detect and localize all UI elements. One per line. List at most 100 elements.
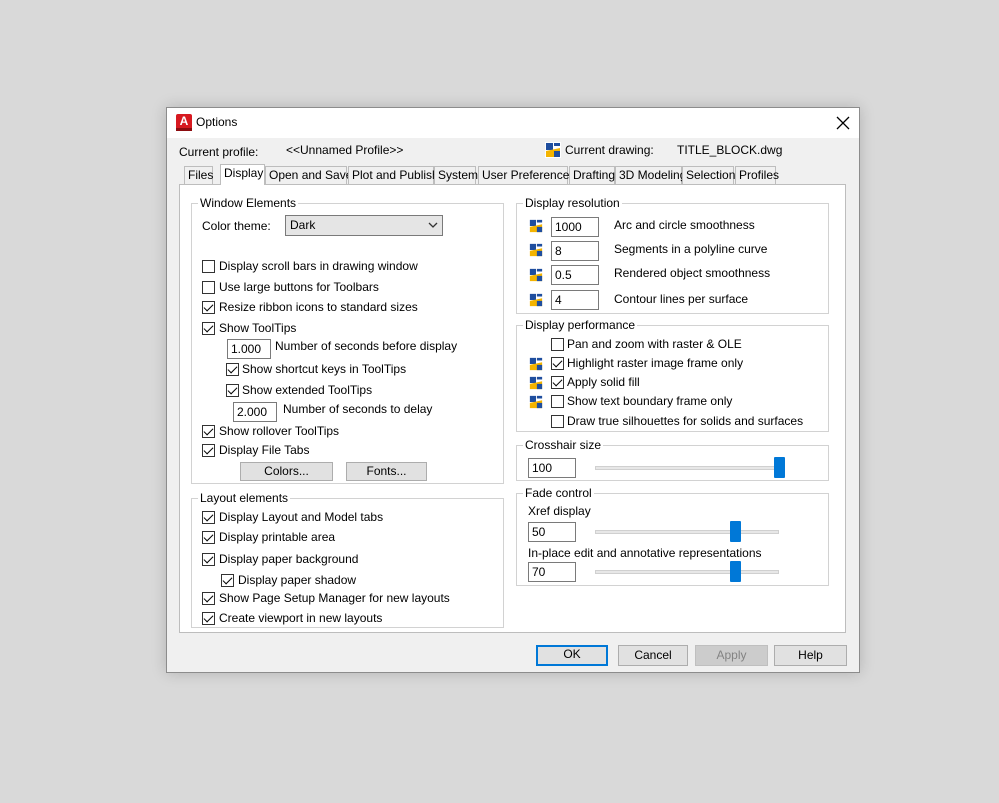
- fade-control-group: Fade control Xref display 50 In-place ed…: [516, 486, 829, 586]
- colors-button[interactable]: Colors...: [240, 462, 333, 481]
- drawing-saved-icon: [529, 376, 543, 390]
- paper-background-checkbox[interactable]: [202, 553, 215, 566]
- tab-files[interactable]: Files: [184, 166, 213, 184]
- printable-area-label: Display printable area: [219, 530, 336, 544]
- file-tabs-label: Display File Tabs: [219, 443, 310, 457]
- tab-plot-and-publish[interactable]: Plot and Publish: [348, 166, 439, 184]
- crosshair-size-slider-track[interactable]: [595, 466, 779, 470]
- tooltip-seconds-input[interactable]: 1.000: [227, 339, 271, 359]
- rollover-tooltips-checkbox[interactable]: [202, 425, 215, 438]
- delay-seconds-label: Number of seconds to delay: [283, 402, 433, 416]
- drawing-saved-icon: [529, 268, 543, 282]
- window-elements-group: Window Elements Color theme: Dark Displa…: [191, 196, 504, 484]
- tab-3d-modeling[interactable]: 3D Modeling: [615, 166, 686, 184]
- create-viewport-checkbox[interactable]: [202, 612, 215, 625]
- tab-selection[interactable]: Selection: [682, 166, 735, 184]
- highlight-raster-frame-label: Highlight raster image frame only: [567, 356, 744, 370]
- apply-solid-fill-label: Apply solid fill: [567, 375, 640, 389]
- drawing-saved-icon: [529, 357, 543, 371]
- help-button[interactable]: Help: [774, 645, 847, 666]
- crosshair-size-slider-thumb[interactable]: [774, 457, 785, 478]
- page-setup-manager-checkbox[interactable]: [202, 592, 215, 605]
- xref-display-label: Xref display: [528, 504, 591, 518]
- tab-drafting[interactable]: Drafting: [569, 166, 615, 184]
- close-button[interactable]: [831, 111, 855, 135]
- inplace-edit-label: In-place edit and annotative representat…: [528, 546, 762, 560]
- shortcut-keys-checkbox[interactable]: [226, 363, 239, 376]
- page-setup-manager-label: Show Page Setup Manager for new layouts: [219, 591, 450, 605]
- tab-display[interactable]: Display: [220, 164, 265, 185]
- ok-button[interactable]: OK: [536, 645, 608, 666]
- rendered-smoothness-input[interactable]: 0.5: [551, 265, 599, 285]
- text-boundary-frame-checkbox[interactable]: [551, 395, 564, 408]
- fonts-button[interactable]: Fonts...: [346, 462, 427, 481]
- apply-button[interactable]: Apply: [695, 645, 768, 666]
- xref-display-slider-track[interactable]: [595, 530, 779, 534]
- tab-profiles[interactable]: Profiles: [735, 166, 779, 184]
- inplace-edit-slider-thumb[interactable]: [729, 561, 741, 582]
- polyline-segments-label: Segments in a polyline curve: [614, 242, 768, 256]
- title-bar: A Options: [167, 108, 859, 138]
- xref-display-input[interactable]: 50: [528, 522, 576, 542]
- contour-lines-input[interactable]: 4: [551, 290, 599, 310]
- crosshair-size-title: Crosshair size: [523, 438, 604, 452]
- drawing-saved-icon: [529, 219, 543, 233]
- highlight-raster-frame-checkbox[interactable]: [551, 357, 564, 370]
- rollover-tooltips-label: Show rollover ToolTips: [219, 424, 340, 438]
- window-elements-title: Window Elements: [198, 196, 299, 210]
- contour-lines-label: Contour lines per surface: [614, 292, 749, 306]
- layout-elements-title: Layout elements: [198, 491, 291, 505]
- cancel-button[interactable]: Cancel: [618, 645, 688, 666]
- arc-smoothness-label: Arc and circle smoothness: [614, 218, 755, 232]
- show-tooltips-checkbox[interactable]: [202, 322, 215, 335]
- scroll-bars-checkbox[interactable]: [202, 260, 215, 273]
- tooltip-seconds-label: Number of seconds before display: [275, 339, 458, 353]
- true-silhouettes-label: Draw true silhouettes for solids and sur…: [567, 414, 804, 428]
- inplace-edit-slider-track[interactable]: [595, 570, 779, 574]
- inplace-edit-input[interactable]: 70: [528, 562, 576, 582]
- shortcut-keys-label: Show shortcut keys in ToolTips: [242, 362, 407, 376]
- current-profile-label: Current profile:: [179, 145, 259, 159]
- file-tabs-checkbox[interactable]: [202, 444, 215, 457]
- color-theme-select[interactable]: Dark: [285, 215, 443, 236]
- window-title: Options: [196, 115, 238, 129]
- paper-shadow-checkbox[interactable]: [221, 574, 234, 587]
- chevron-down-icon: [428, 222, 438, 228]
- layout-elements-group: Layout elements Display Layout and Model…: [191, 491, 504, 628]
- extended-tooltips-checkbox[interactable]: [226, 384, 239, 397]
- create-viewport-label: Create viewport in new layouts: [219, 611, 383, 625]
- scroll-bars-label: Display scroll bars in drawing window: [219, 259, 418, 273]
- display-performance-group: Display performance Pan and zoom with ra…: [516, 318, 829, 432]
- polyline-segments-input[interactable]: 8: [551, 241, 599, 261]
- large-buttons-checkbox[interactable]: [202, 281, 215, 294]
- true-silhouettes-checkbox[interactable]: [551, 415, 564, 428]
- xref-display-slider-thumb[interactable]: [729, 521, 741, 542]
- layout-model-tabs-label: Display Layout and Model tabs: [219, 510, 384, 524]
- crosshair-size-input[interactable]: 100: [528, 458, 576, 478]
- crosshair-size-group: Crosshair size 100: [516, 438, 829, 481]
- tab-system[interactable]: System: [434, 166, 478, 184]
- fade-control-title: Fade control: [523, 486, 594, 500]
- resize-ribbon-icons-checkbox[interactable]: [202, 301, 215, 314]
- current-profile-value: <<Unnamed Profile>>: [286, 143, 404, 157]
- tab-user-preferences[interactable]: User Preferences: [478, 166, 575, 184]
- pan-zoom-raster-checkbox[interactable]: [551, 338, 564, 351]
- rendered-smoothness-label: Rendered object smoothness: [614, 266, 771, 280]
- color-theme-value: Dark: [290, 218, 316, 232]
- options-dialog: A Options Current profile: <<Unnamed Pro…: [166, 107, 860, 673]
- display-tab-panel: Window Elements Color theme: Dark Displa…: [179, 184, 846, 633]
- drawing-saved-icon: [529, 243, 543, 257]
- text-boundary-frame-label: Show text boundary frame only: [567, 394, 733, 408]
- printable-area-checkbox[interactable]: [202, 531, 215, 544]
- delay-seconds-input[interactable]: 2.000: [233, 402, 277, 422]
- resize-ribbon-icons-label: Resize ribbon icons to standard sizes: [219, 300, 418, 314]
- arc-smoothness-input[interactable]: 1000: [551, 217, 599, 237]
- show-tooltips-label: Show ToolTips: [219, 321, 297, 335]
- layout-model-tabs-checkbox[interactable]: [202, 511, 215, 524]
- tab-open-and-save[interactable]: Open and Save: [265, 166, 352, 184]
- apply-solid-fill-checkbox[interactable]: [551, 376, 564, 389]
- extended-tooltips-label: Show extended ToolTips: [242, 383, 373, 397]
- paper-shadow-label: Display paper shadow: [238, 573, 357, 587]
- current-drawing-value: TITLE_BLOCK.dwg: [677, 143, 783, 157]
- drawing-saved-icon: [529, 395, 543, 409]
